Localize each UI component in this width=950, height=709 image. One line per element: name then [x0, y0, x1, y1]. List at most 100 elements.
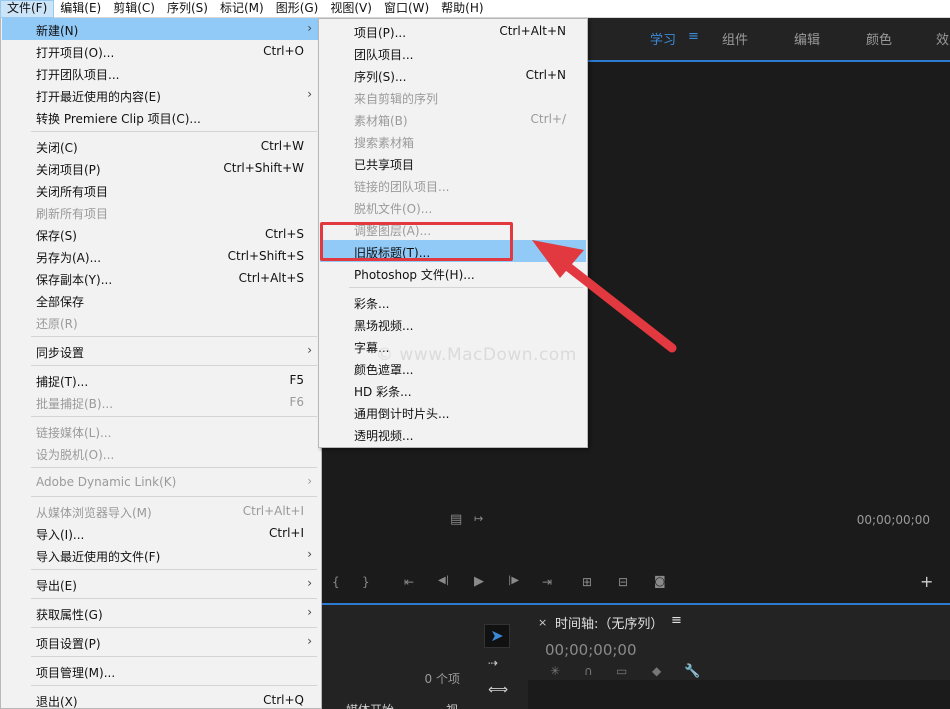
add-button-icon[interactable]: + [920, 572, 933, 591]
insert-icon[interactable]: ⊞ [582, 575, 592, 589]
menu-item[interactable]: Photoshop 文件(H)... [320, 262, 586, 284]
workspace-tab-effects[interactable]: 效 [936, 29, 949, 48]
menu-item-shortcut: F6 [289, 395, 304, 409]
menu-item[interactable]: Adobe Dynamic Link(K) › [2, 471, 320, 493]
menubar-item[interactable]: 文件(F) [0, 0, 55, 18]
menu-item[interactable]: 已共享项目 [320, 152, 586, 174]
timeline-menu-icon[interactable]: ≡ [671, 613, 682, 628]
menu-item[interactable]: 捕捉(T)... F5 [2, 369, 320, 391]
menu-item-label: 彩条... [354, 297, 390, 311]
menubar-item[interactable]: 标记(M) [214, 0, 270, 18]
menu-item[interactable]: 搜索素材箱 [320, 130, 586, 152]
column-header-media-start[interactable]: 媒体开始 [346, 701, 394, 709]
menu-item[interactable]: 链接媒体(L)... [2, 420, 320, 442]
menu-item[interactable]: 链接的团队项目... [320, 174, 586, 196]
menu-item[interactable]: 打开团队项目... [2, 62, 320, 84]
workspace-menu-icon[interactable]: ≡ [688, 29, 699, 44]
snap-icon[interactable]: ✳ [550, 664, 560, 678]
camera-icon[interactable]: ◙ [654, 574, 666, 588]
workspace-tab-color[interactable]: 颜色 [866, 29, 892, 48]
menubar-item[interactable]: 帮助(H) [435, 0, 489, 18]
menu-item[interactable]: 退出(X) Ctrl+Q [2, 689, 320, 709]
column-header-video[interactable]: 视 [446, 701, 458, 709]
overwrite-icon[interactable]: ⊟ [618, 575, 628, 589]
wrench-icon[interactable]: 🔧 [684, 664, 700, 679]
menu-item[interactable]: 刷新所有项目 [2, 201, 320, 223]
menu-item[interactable]: 转换 Premiere Clip 项目(C)... [2, 106, 320, 128]
menu-item[interactable]: 黑场视频... [320, 313, 586, 335]
menubar-item[interactable]: 图形(G) [270, 0, 325, 18]
menu-item[interactable]: 设为脱机(O)... [2, 442, 320, 464]
go-to-in-icon[interactable]: ⇤ [404, 575, 414, 589]
workspace-bar: 学习 ≡ 组件 编辑 颜色 效 [588, 18, 950, 60]
menu-item[interactable]: 新建(N) › [2, 18, 320, 40]
mark-in-icon[interactable]: { [332, 575, 340, 589]
menu-item[interactable]: 序列(S)... Ctrl+N [320, 64, 586, 86]
menu-item[interactable]: 素材箱(B) Ctrl+/ [320, 108, 586, 130]
menu-item-shortcut: Ctrl+N [525, 68, 566, 82]
menu-item[interactable]: 同步设置 › [2, 340, 320, 362]
linked-selection-icon[interactable]: ∩ [584, 664, 593, 678]
menubar-item[interactable]: 序列(S) [161, 0, 214, 18]
menubar-item[interactable]: 剪辑(C) [107, 0, 161, 18]
mark-out-icon[interactable]: } [362, 575, 370, 589]
menu-item[interactable]: 项目管理(M)... [2, 660, 320, 682]
menu-item[interactable]: 全部保存 [2, 289, 320, 311]
ripple-edit-icon[interactable]: ⟺ [488, 682, 508, 698]
menu-item-label: 另存为(A)... [36, 251, 102, 265]
monitor-timecode[interactable]: 00;00;00;00 [857, 513, 930, 527]
chevron-right-icon: › [307, 547, 312, 561]
menu-item[interactable]: 项目(P)... Ctrl+Alt+N [320, 20, 586, 42]
menu-item[interactable]: 项目设置(P) › [2, 631, 320, 653]
menu-item[interactable]: 打开最近使用的内容(E) › [2, 84, 320, 106]
menu-item[interactable]: 还原(R) [2, 311, 320, 333]
track-select-icon[interactable]: ⇢ [488, 656, 498, 670]
close-icon[interactable]: × [538, 616, 547, 629]
safe-margins-icon[interactable]: ▤ [450, 512, 462, 527]
menu-item[interactable]: 团队项目... [320, 42, 586, 64]
menu-item[interactable]: 来自剪辑的序列 [320, 86, 586, 108]
menu-item[interactable]: 透明视频... [320, 423, 586, 445]
menu-item[interactable]: 获取属性(G) › [2, 602, 320, 624]
menu-item[interactable]: 保存(S) Ctrl+S [2, 223, 320, 245]
menu-item[interactable]: 通用倒计时片头... [320, 401, 586, 423]
timeline-timecode[interactable]: 00;00;00;00 [545, 641, 637, 659]
step-forward-icon[interactable]: |▶ [508, 575, 519, 586]
menu-item[interactable]: 批量捕捉(B)... F6 [2, 391, 320, 413]
menubar-item[interactable]: 编辑(E) [54, 0, 107, 18]
go-to-out-icon[interactable]: ⇥ [542, 575, 552, 589]
marker-icon[interactable]: ◆ [652, 664, 661, 678]
menu-item-label: 通用倒计时片头... [354, 407, 450, 421]
menubar-item[interactable]: 窗口(W) [378, 0, 435, 18]
menu-item[interactable]: HD 彩条... [320, 379, 586, 401]
watermark: © www.MacDown.com [376, 345, 577, 365]
file-menu: 新建(N) › 打开项目(O)... Ctrl+O 打开团队项目... 打开最近使用的内容… [0, 18, 322, 709]
menu-item-shortcut: Ctrl+/ [530, 112, 566, 126]
menu-item[interactable]: 导出(E) › [2, 573, 320, 595]
menu-item[interactable]: 导入最近使用的文件(F) › [2, 544, 320, 566]
workspace-tab-editing[interactable]: 编辑 [794, 29, 820, 48]
add-marker-icon[interactable]: ▭ [616, 664, 627, 678]
menu-item[interactable]: 保存副本(Y)... Ctrl+Alt+S [2, 267, 320, 289]
export-frame-icon[interactable]: ↦ [474, 512, 483, 525]
menu-item-label: 刷新所有项目 [36, 207, 109, 221]
menu-item[interactable]: 打开项目(O)... Ctrl+O [2, 40, 320, 62]
menu-item[interactable]: 关闭所有项目 [2, 179, 320, 201]
timeline-title[interactable]: 时间轴:（无序列） [555, 613, 663, 632]
menu-item-label: 关闭所有项目 [36, 185, 109, 199]
menu-item[interactable]: 另存为(A)... Ctrl+Shift+S [2, 245, 320, 267]
menu-item[interactable]: 彩条... [320, 291, 586, 313]
step-back-icon[interactable]: ◀| [438, 575, 449, 586]
menu-item-label: 导入最近使用的文件(F) [36, 550, 161, 564]
menu-item-label: 打开项目(O)... [36, 46, 115, 60]
menu-item[interactable]: 脱机文件(O)... [320, 196, 586, 218]
selection-tool-icon[interactable]: ➤ [484, 624, 510, 648]
menu-item[interactable]: 关闭项目(P) Ctrl+Shift+W [2, 157, 320, 179]
menubar-item[interactable]: 视图(V) [324, 0, 378, 18]
menu-item[interactable]: 导入(I)... Ctrl+I [2, 522, 320, 544]
play-icon[interactable]: ▶ [474, 574, 484, 589]
workspace-tab-assembly[interactable]: 组件 [722, 29, 748, 48]
menu-item[interactable]: 从媒体浏览器导入(M) Ctrl+Alt+I [2, 500, 320, 522]
workspace-tab-learn[interactable]: 学习 [650, 29, 676, 48]
menu-item[interactable]: 关闭(C) Ctrl+W [2, 135, 320, 157]
